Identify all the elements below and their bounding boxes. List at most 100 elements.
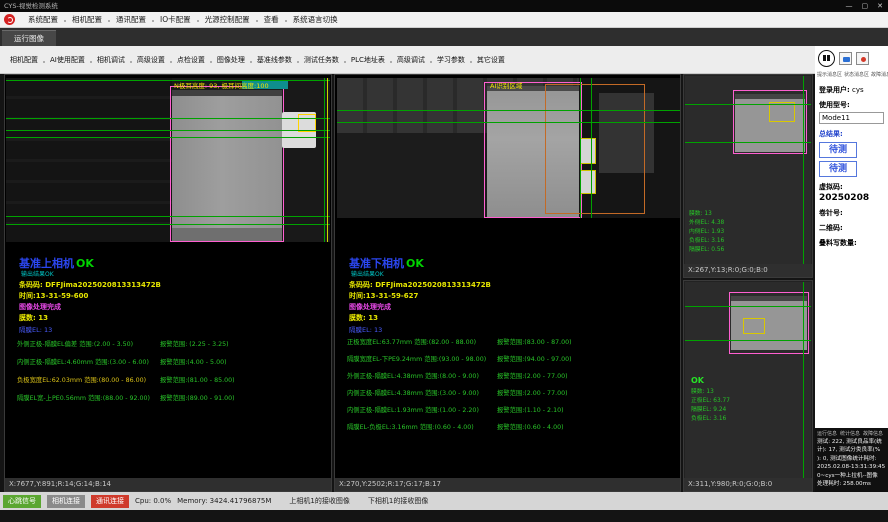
tool-camera-debug[interactable]: 相机调试 — [91, 55, 131, 65]
tab-connector — [580, 138, 596, 164]
roi-outline-yellow — [769, 102, 795, 122]
cpu-usage: Cpu: 0.0% — [135, 497, 171, 505]
tool-ai-config[interactable]: AI使用配置 — [44, 55, 91, 65]
info-line: 负极EL: 3.16 — [691, 415, 730, 424]
tool-baseline-params[interactable]: 基准线参数 — [251, 55, 298, 65]
tool-other-settings[interactable]: 其它设置 — [471, 55, 511, 65]
tab-run-info[interactable]: 运行信息 — [817, 430, 837, 437]
measurement-value: 内侧正极-隔膜EL:1.93mm 范围:(1.00 - 2.20) — [347, 405, 479, 414]
green-guide-line — [685, 340, 811, 341]
window-controls: — ▢ ✕ — [846, 0, 884, 12]
center-barcode: 条码码: DFFJima2025020813313472B — [349, 280, 491, 290]
alarm-icon-button[interactable] — [856, 52, 869, 65]
green-guide-line — [6, 137, 330, 138]
pause-button[interactable] — [818, 50, 835, 67]
tool-advanced-debug[interactable]: 高级调试 — [391, 55, 431, 65]
close-button[interactable]: ✕ — [877, 0, 883, 12]
info-line: 膜数: 13 — [689, 210, 724, 219]
tab-fault-messages[interactable]: 故障消息区 — [871, 71, 888, 78]
small-bottom-pixel-status: X:311,Y:980;R:0;G:0;B:0 — [684, 478, 812, 491]
window-title: CYS-视觉检测系统 — [4, 2, 58, 10]
center-result-ok-badge: OK — [406, 257, 424, 270]
tool-test-tasks[interactable]: 测试任务数 — [298, 55, 345, 65]
left-camera-image[interactable]: N极耳高度: 93, 极耳间高度:100 — [6, 78, 330, 242]
model-row: 使用型号: — [819, 100, 884, 110]
tool-advanced-settings[interactable]: 高级设置 — [131, 55, 171, 65]
left-blue-info: 隔膜EL: 13 — [19, 324, 52, 334]
roi-outline-magenta — [729, 292, 809, 354]
menu-light-config[interactable]: 光源控制配置 — [198, 14, 257, 25]
green-guide-line — [6, 216, 330, 217]
info-line: 膜数: 13 — [691, 388, 730, 397]
center-camera-image[interactable]: AI识别区域 — [337, 78, 680, 218]
green-vertical-line — [803, 282, 804, 479]
model-select[interactable]: Mode11 — [819, 112, 884, 124]
center-measurement-list: 正极宽度EL:63.77mm 范围:(82.00 - 88.00) 报警范围:(… — [347, 337, 677, 447]
tab-hint-messages[interactable]: 提示消息区 — [817, 71, 842, 78]
camera-icon-button[interactable] — [839, 52, 852, 65]
center-overlay-label: AI识别区域 — [490, 80, 522, 90]
menu-io-config[interactable]: IO卡配置 — [153, 14, 198, 25]
green-guide-line — [685, 142, 811, 143]
green-guide-line — [337, 122, 680, 123]
info-line: 隔膜EL: 0.56 — [689, 246, 724, 255]
left-barcode: 条码码: DFFJima2025020813313472B — [19, 280, 161, 290]
menu-language-switch[interactable]: 系统语言切换 — [286, 14, 345, 25]
stats-panel: 运行信息 统计信息 故障信息 测试: 222, 测试良品率(统 计): 17, … — [815, 428, 888, 492]
tab-run-image[interactable]: 运行图像 — [2, 30, 56, 46]
info-line: 内侧EL: 1.93 — [689, 228, 724, 237]
measurement-alarm-range: 报警范围:(1.10 - 2.10) — [497, 405, 564, 414]
left-pixel-status: X:7677,Y:891;R:14;G:14;B:14 — [5, 478, 331, 491]
memory-usage: Memory: 3424.41796875M — [177, 497, 271, 505]
tab-bar: 运行图像 — [0, 28, 888, 46]
left-result-sub: 输出结果OK — [21, 269, 54, 278]
stats-line: 测试: 222, 测试良品率(统 — [817, 438, 886, 446]
small-bottom-camera-image[interactable]: OK 膜数: 13 正极EL: 63.77 隔膜EL: 9.24 负极EL: 3… — [685, 282, 811, 479]
menu-comm-config[interactable]: 通讯配置 — [109, 14, 153, 25]
maximize-button[interactable]: ▢ — [862, 0, 869, 12]
tab-status-messages[interactable]: 状态消息区 — [844, 71, 869, 78]
measurement-value: 隔膜EL宽-上PE0.56mm 范围:(88.00 - 92.00) — [17, 393, 150, 402]
menu-system-config[interactable]: 系统配置 — [21, 14, 65, 25]
info-line: 隔膜EL: 9.24 — [691, 406, 730, 415]
small-top-info-lines: 膜数: 13 外侧EL: 4.38 内侧EL: 1.93 负极EL: 3.16 … — [689, 210, 724, 255]
left-overlay-label: N极耳高度: 93, 极耳间高度:100 — [174, 80, 269, 90]
tool-camera-config[interactable]: 相机配置 — [4, 55, 44, 65]
center-time: 时间:13-31-59-627 — [349, 291, 418, 301]
menu-view[interactable]: 查看 — [257, 14, 286, 25]
right-sidebar: 提示消息区 状态消息区 故障消息区 登录用户: cys 使用型号: Mode11… — [815, 46, 888, 428]
stack-count-row: 叠料写数量: — [819, 238, 884, 248]
green-vertical-line — [580, 78, 581, 218]
app-logo-icon — [4, 14, 15, 25]
left-measurement-list: 外侧正极-隔膜EL偏差 范围:(2.00 - 3.50) 报警范围: (2.25… — [17, 339, 331, 419]
title-bar: CYS-视觉检测系统 — ▢ ✕ — [0, 0, 888, 12]
left-camera-view: N极耳高度: 93, 极耳间高度:100 基准上相机OK 输出结果OK 条码码:… — [4, 74, 332, 492]
green-vertical-line — [591, 78, 592, 218]
tool-image-process[interactable]: 图像处理 — [211, 55, 251, 65]
stats-line: ): 0, 测试图像统计耗时: — [817, 455, 886, 463]
measurement-alarm-range: 报警范围: (2.25 - 3.25) — [160, 339, 229, 348]
left-process-status: 图像处理完成 — [19, 302, 61, 312]
info-line: 负极EL: 3.16 — [689, 237, 724, 246]
stats-line: 0~cys一种上拉机--图像 — [817, 472, 886, 480]
center-result-sub: 输出结果OK — [351, 269, 384, 278]
green-guide-line — [6, 80, 330, 81]
tab-statistics-info[interactable]: 统计信息 — [840, 430, 860, 437]
tool-spot-check[interactable]: 点检设置 — [171, 55, 211, 65]
comm-connection-indicator: 通讯连接 — [91, 495, 129, 508]
tab-fault-info[interactable]: 故障信息 — [863, 430, 883, 437]
small-top-camera-image[interactable]: 膜数: 13 外侧EL: 4.38 内侧EL: 1.93 负极EL: 3.16 … — [685, 76, 811, 265]
menu-camera-config[interactable]: 相机配置 — [65, 14, 109, 25]
result-box-1: 待测 — [819, 142, 857, 158]
needle-number-row: 卷针号: — [819, 208, 884, 218]
center-process-status: 图像处理完成 — [349, 302, 391, 312]
minimize-button[interactable]: — — [846, 0, 853, 12]
measurement-alarm-range: 报警范围:(89.00 - 91.00) — [160, 393, 235, 402]
roi-outline-magenta — [733, 90, 807, 154]
virtual-code-row: 虚拟码: — [819, 182, 884, 192]
tool-learning-params[interactable]: 学习参数 — [431, 55, 471, 65]
roi-outline-yellow — [743, 318, 765, 334]
model-label: 使用型号: — [819, 101, 850, 109]
tool-plc-address[interactable]: PLC地址表 — [345, 55, 391, 65]
measurement-value: 负极宽度EL:62.03mm 范围:(80.00 - 86.00) — [17, 375, 146, 384]
